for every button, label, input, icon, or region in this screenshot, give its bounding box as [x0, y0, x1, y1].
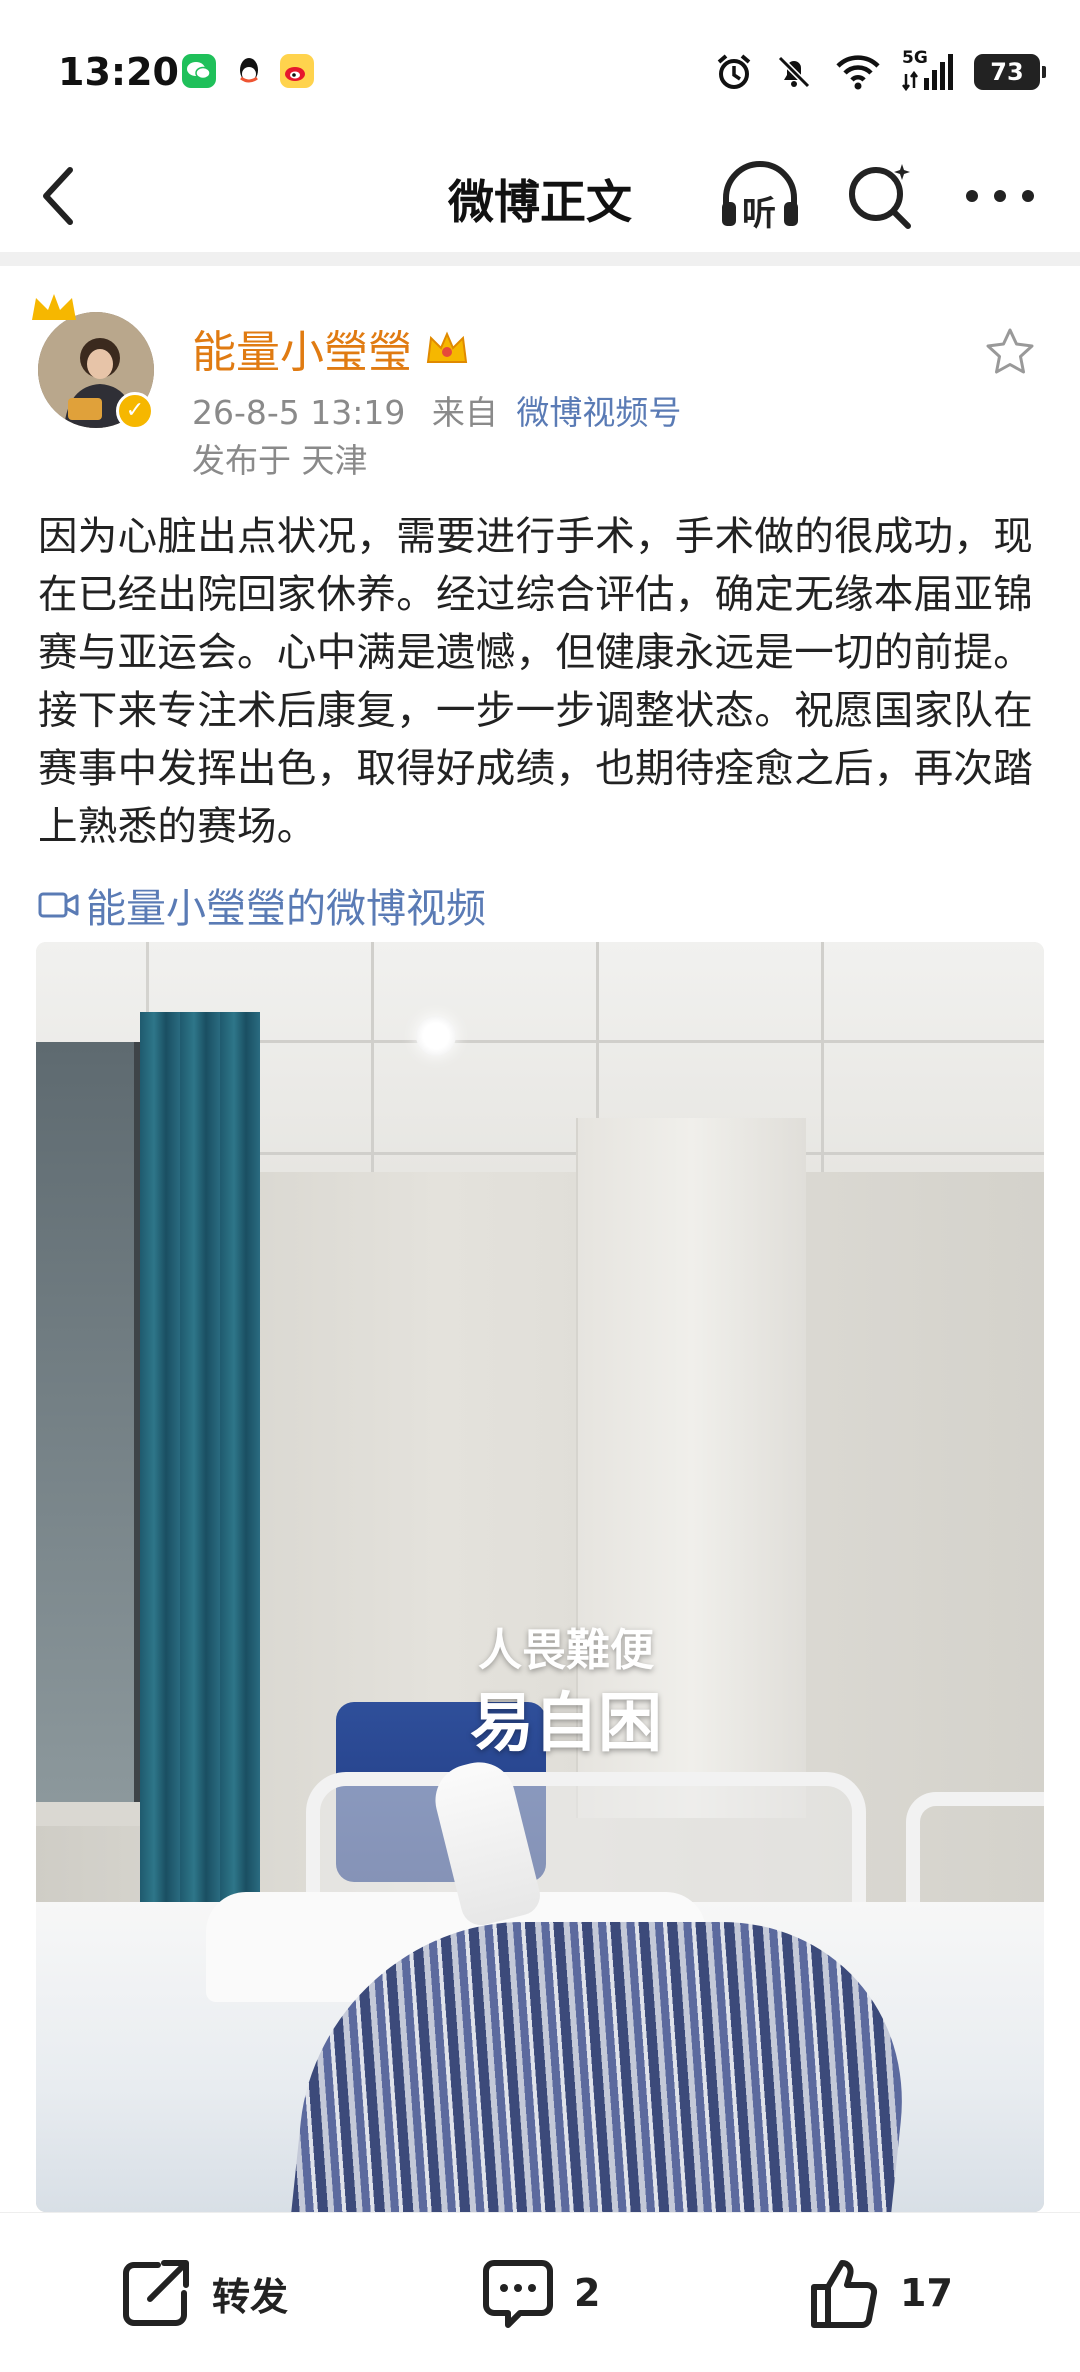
- comment-button[interactable]: 2: [480, 2253, 600, 2333]
- post-video[interactable]: 人畏難便 易自困: [36, 942, 1044, 2212]
- alarm-icon: [717, 54, 751, 89]
- search-icon[interactable]: [846, 160, 916, 232]
- signal-icon: 5G: [902, 48, 954, 92]
- post-date: 26-8-5 13:19: [192, 393, 406, 432]
- wifi-icon: [836, 55, 880, 90]
- nav-divider: [0, 252, 1080, 266]
- photo-ceiling-light: [416, 1016, 456, 1056]
- page-title: 微博正文: [448, 175, 632, 229]
- vip-crown-icon: [426, 331, 468, 363]
- like-button[interactable]: 17: [806, 2253, 953, 2333]
- wechat-icon: [182, 54, 216, 88]
- weibo-icon: [280, 54, 314, 88]
- status-time: 13:20: [58, 50, 179, 94]
- post-source[interactable]: 微博视频号: [516, 393, 681, 432]
- post-location: 发布于 天津: [192, 441, 368, 480]
- action-bar: 转发 2 17: [0, 2212, 1080, 2372]
- author-name-row[interactable]: 能量小瑩瑩: [192, 316, 470, 380]
- favorite-star-icon[interactable]: [984, 326, 1036, 378]
- post-text: 因为心脏出点状况，需要进行手术，手术做的很成功，现在已经出院回家休养。经过综合评…: [38, 514, 1033, 850]
- top-nav: 微博正文 听: [0, 140, 1080, 252]
- source-prefix: 来自: [431, 393, 498, 432]
- qq-icon: [232, 54, 266, 88]
- like-count: 17: [900, 2271, 953, 2315]
- repost-button[interactable]: 转发: [118, 2253, 288, 2333]
- mute-icon: [777, 55, 811, 89]
- video-camera-icon: [38, 892, 79, 918]
- crown-icon: [32, 294, 76, 320]
- repost-icon: [123, 2260, 189, 2326]
- battery-indicator: 73: [974, 54, 1046, 90]
- status-icons: 5G 73: [714, 48, 1046, 94]
- video-overlay-line2: 易自困: [470, 1686, 662, 1761]
- video-link[interactable]: 能量小瑩瑩的微博视频: [38, 876, 486, 934]
- author-name[interactable]: 能量小瑩瑩: [192, 316, 412, 380]
- post-meta: 26-8-5 13:19 来自 微博视频号: [192, 386, 681, 434]
- repost-label: 转发: [212, 2274, 289, 2319]
- video-overlay-line1: 人畏難便: [478, 1625, 654, 1676]
- more-icon[interactable]: [962, 176, 1038, 216]
- listen-label: 听: [742, 194, 776, 234]
- status-bar: 13:20 5G 73: [0, 0, 1080, 140]
- like-icon: [811, 2260, 878, 2328]
- photo-bed-rail: [306, 1772, 866, 1902]
- listen-button[interactable]: 听: [718, 158, 802, 234]
- photo-window: [36, 1042, 146, 1802]
- video-link-label[interactable]: 能量小瑩瑩的微博视频: [86, 876, 486, 934]
- comment-icon: [483, 2260, 553, 2328]
- comment-count: 2: [574, 2271, 601, 2315]
- verified-icon: ✓: [116, 392, 154, 430]
